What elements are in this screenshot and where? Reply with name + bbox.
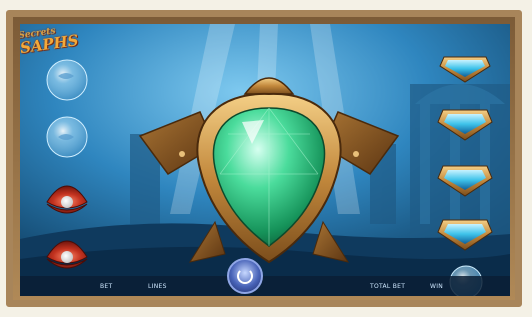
- total-bet-label: TOTAL BET: [370, 283, 406, 290]
- spin-button[interactable]: [227, 258, 263, 294]
- bet-label: BET: [100, 283, 113, 290]
- lines-label: LINES: [148, 283, 167, 290]
- hud-bar: BET LINES TOTAL BET WIN: [20, 276, 510, 296]
- game-screen: Secrets SAPHS BET LINES TOTAL BET WIN: [20, 24, 510, 296]
- bubble-icon: [46, 116, 88, 158]
- win-label: WIN: [430, 283, 444, 290]
- game-scene: [20, 24, 510, 296]
- bubble-icon: [46, 59, 88, 101]
